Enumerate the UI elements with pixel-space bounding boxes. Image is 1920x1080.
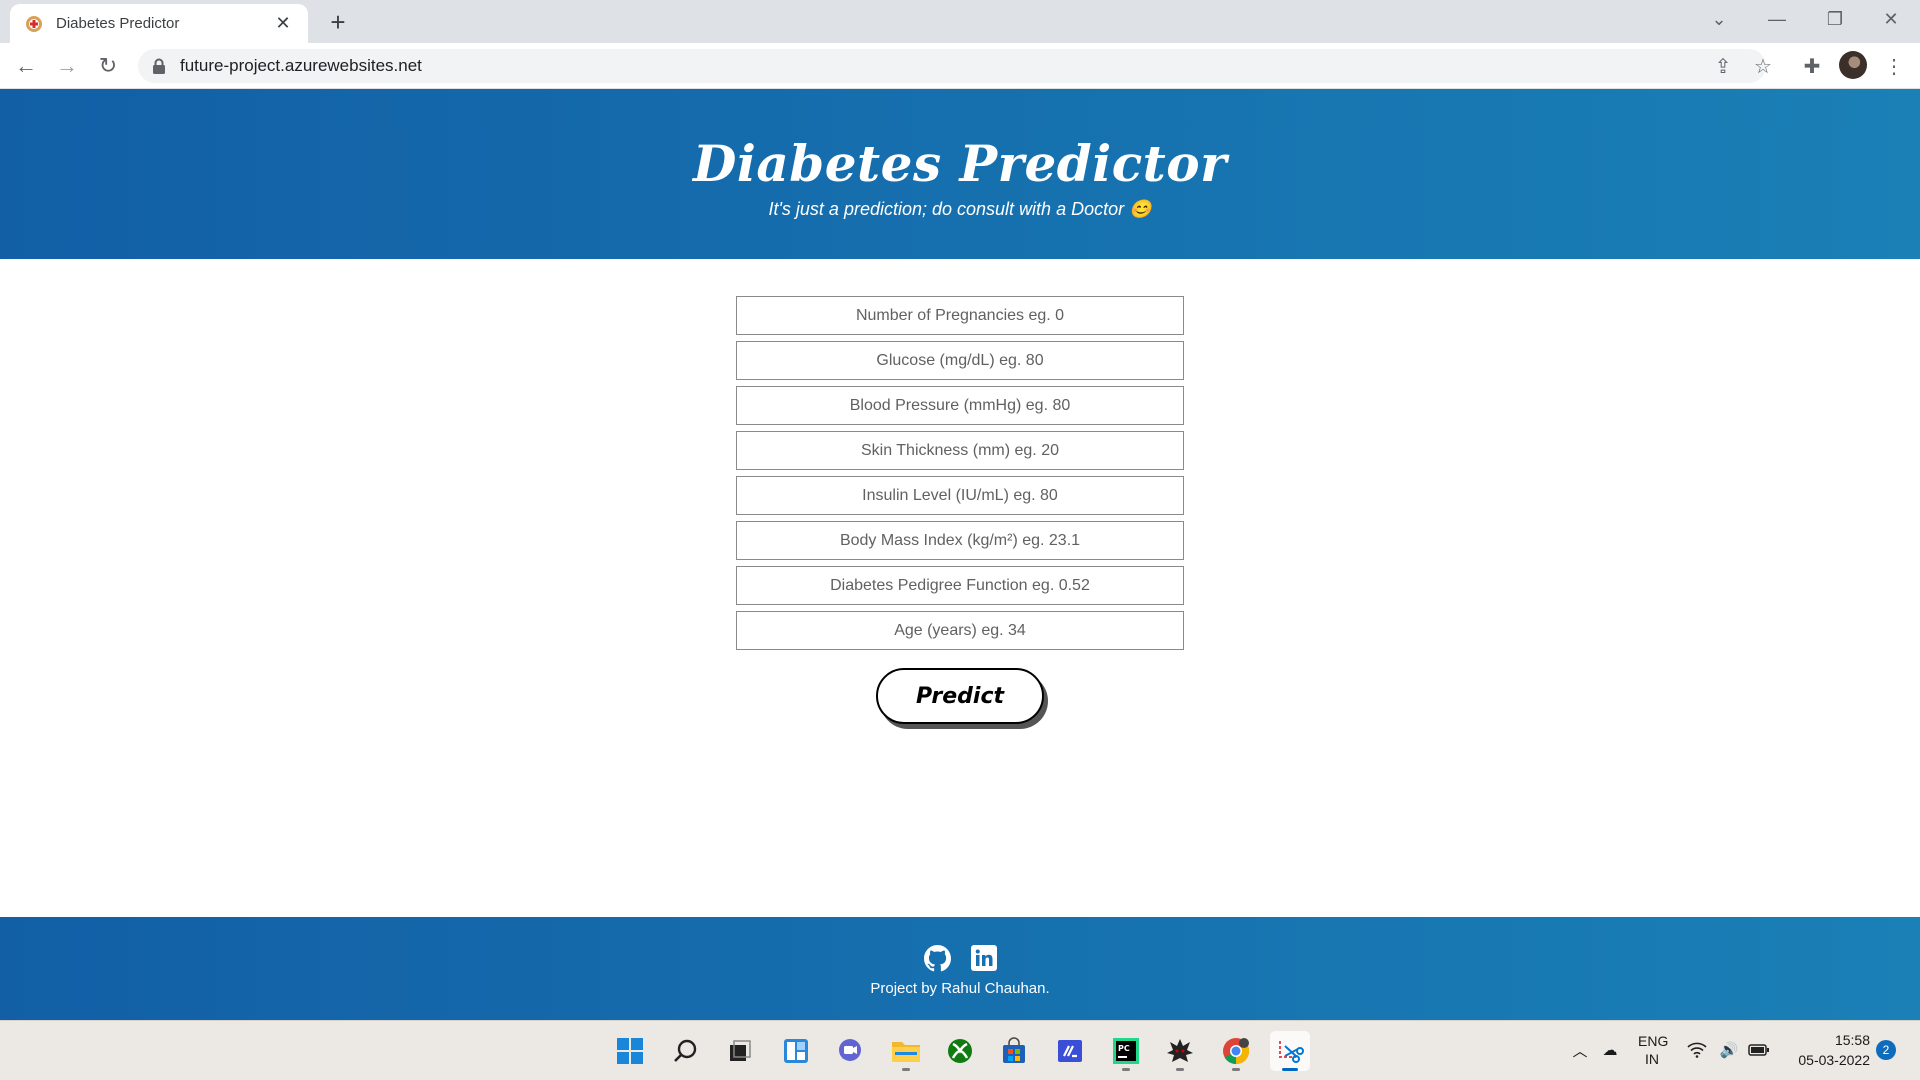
site-favicon-icon: [24, 14, 44, 34]
github-icon[interactable]: [923, 945, 951, 977]
wifi-icon[interactable]: [1684, 1020, 1710, 1080]
volume-icon[interactable]: 🔊: [1716, 1020, 1742, 1080]
new-tab-button[interactable]: +: [322, 6, 354, 38]
share-icon[interactable]: ⇪: [1708, 51, 1738, 81]
back-button[interactable]: ←: [10, 50, 42, 82]
linkedin-icon[interactable]: [970, 945, 997, 977]
page-header: Diabetes Predictor It's just a predictio…: [0, 89, 1920, 259]
microsoft-store-icon[interactable]: [994, 1031, 1034, 1071]
browser-tab[interactable]: Diabetes Predictor ✕: [10, 4, 308, 43]
visual-studio-icon[interactable]: [1050, 1031, 1090, 1071]
age-input[interactable]: [736, 611, 1184, 650]
address-bar[interactable]: future-project.azurewebsites.net: [138, 49, 1766, 83]
windows-start-icon[interactable]: [610, 1031, 650, 1071]
widgets-icon[interactable]: [776, 1031, 816, 1071]
close-tab-icon[interactable]: ✕: [272, 13, 294, 34]
page-subtitle: It's just a prediction; do consult with …: [768, 199, 1152, 219]
page-footer: Project by Rahul Chauhan.: [0, 917, 1920, 1020]
close-window-button[interactable]: ✕: [1862, 0, 1920, 38]
lock-icon: [152, 58, 166, 74]
language-indicator[interactable]: ENG IN: [1638, 1032, 1669, 1068]
teams-chat-icon[interactable]: [830, 1031, 870, 1071]
tab-search-icon[interactable]: ⌄: [1690, 0, 1748, 38]
prediction-form: [736, 296, 1184, 656]
skin-thickness-input[interactable]: [736, 431, 1184, 470]
page-title: Diabetes Predictor: [693, 134, 1227, 193]
url-text: future-project.azurewebsites.net: [180, 56, 422, 75]
pedigree-function-input[interactable]: [736, 566, 1184, 605]
bookmark-star-icon[interactable]: ☆: [1748, 51, 1778, 81]
battery-icon[interactable]: [1746, 1020, 1772, 1080]
glucose-input[interactable]: [736, 341, 1184, 380]
windows-taskbar: PC: [0, 1020, 1920, 1080]
pregnancies-input[interactable]: [736, 296, 1184, 335]
minimize-button[interactable]: —: [1748, 0, 1806, 38]
browser-tab-strip: Diabetes Predictor ✕ + ⌄ — ❐ ✕: [0, 0, 1920, 43]
browser-menu-icon[interactable]: ⋮: [1878, 50, 1910, 82]
show-hidden-icons-chevron-icon[interactable]: ︿: [1568, 1020, 1592, 1080]
blood-pressure-input[interactable]: [736, 386, 1184, 425]
chrome-icon[interactable]: [1216, 1031, 1256, 1071]
onedrive-icon[interactable]: ☁: [1598, 1020, 1622, 1080]
bmi-input[interactable]: [736, 521, 1184, 560]
file-explorer-icon[interactable]: [886, 1031, 926, 1071]
snipping-tool-icon[interactable]: [1270, 1031, 1310, 1071]
task-view-icon[interactable]: [720, 1031, 760, 1071]
profile-avatar[interactable]: [1839, 51, 1867, 79]
predict-button[interactable]: Predict: [876, 668, 1044, 724]
browser-toolbar: ← → ↻ future-project.azurewebsites.net ⇪…: [0, 43, 1920, 89]
clock-date: 05-03-2022: [1798, 1052, 1870, 1068]
xbox-icon[interactable]: [940, 1031, 980, 1071]
extensions-puzzle-icon[interactable]: ✚: [1796, 50, 1828, 82]
pycharm-icon[interactable]: PC: [1106, 1031, 1146, 1071]
reload-button[interactable]: ↻: [92, 50, 124, 82]
svg-text:PC: PC: [1118, 1044, 1130, 1053]
tab-title: Diabetes Predictor: [56, 15, 180, 32]
notification-badge[interactable]: 2: [1876, 1040, 1896, 1060]
system-clock[interactable]: 15:58 05-03-2022: [1780, 1030, 1870, 1070]
footer-credit: Project by Rahul Chauhan.: [870, 980, 1050, 997]
forward-button[interactable]: →: [51, 50, 83, 82]
clock-time: 15:58: [1834, 1032, 1870, 1048]
language-code: ENG: [1638, 1033, 1669, 1049]
restore-button[interactable]: ❐: [1806, 0, 1864, 38]
region-code: IN: [1645, 1051, 1659, 1067]
search-icon[interactable]: [666, 1031, 706, 1071]
wolf-app-icon[interactable]: [1160, 1031, 1200, 1071]
insulin-input[interactable]: [736, 476, 1184, 515]
